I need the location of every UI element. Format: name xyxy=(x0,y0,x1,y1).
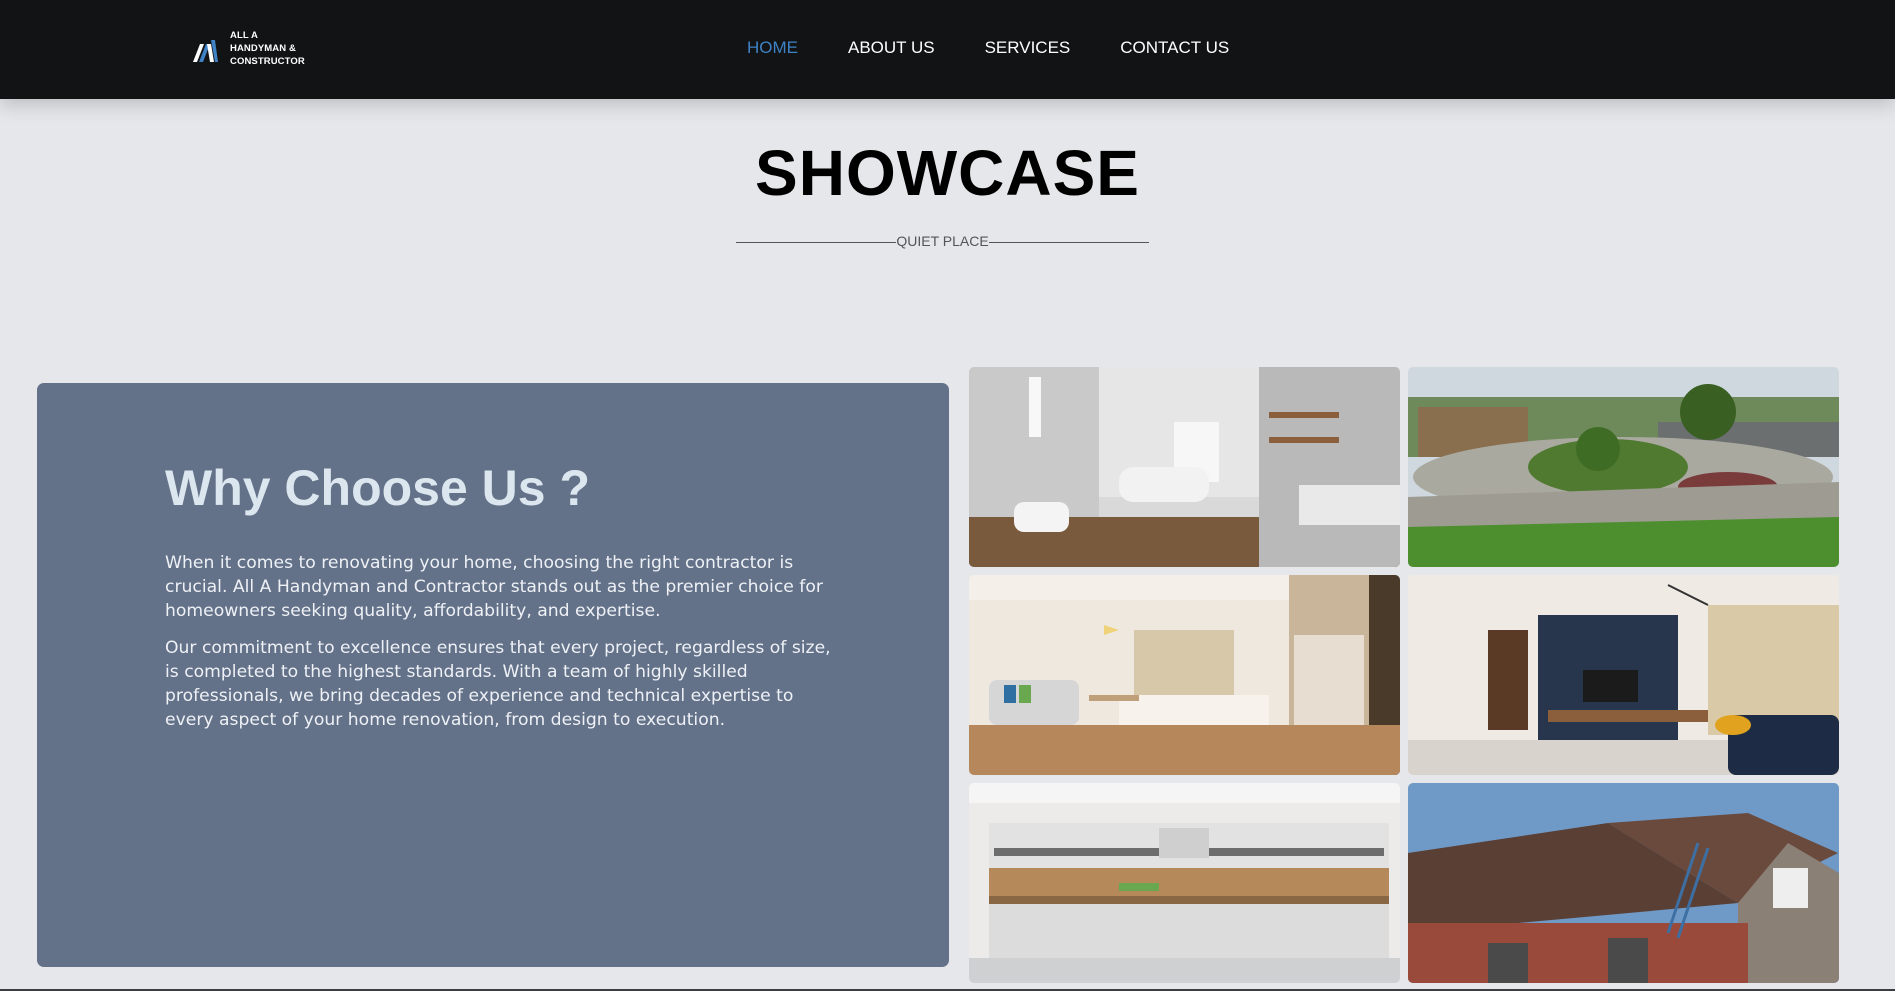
gallery-image-garden[interactable] xyxy=(1408,367,1839,567)
logo-mark-icon xyxy=(193,39,218,62)
why-paragraph: Our commitment to excellence ensures tha… xyxy=(165,638,831,730)
subtitle-text: QUIET PLACE xyxy=(896,233,989,249)
why-paragraph: When it comes to renovating your home, c… xyxy=(165,553,823,621)
why-title: Why Choose Us ? xyxy=(165,460,591,516)
gallery-image-roof[interactable] xyxy=(1408,783,1839,983)
gallery-image-bathroom[interactable] xyxy=(969,367,1400,567)
logo[interactable]: ALL A HANDYMAN & CONSTRUCTOR xyxy=(191,29,305,68)
top-navbar: ALL A HANDYMAN & CONSTRUCTOR HOME ABOUT … xyxy=(0,0,1895,99)
nav-contact-link[interactable]: CONTACT US xyxy=(1120,38,1229,58)
nav-home-link[interactable]: HOME xyxy=(747,38,798,58)
showcase-gallery xyxy=(969,367,1841,983)
nav-services-link[interactable]: SERVICES xyxy=(985,38,1071,58)
divider-line xyxy=(988,241,1150,243)
main-nav: HOME ABOUT US SERVICES CONTACT US xyxy=(747,38,1279,58)
showcase-title: SHOWCASE xyxy=(755,137,1140,209)
gallery-image-kitchen[interactable] xyxy=(969,783,1400,983)
gallery-image-bedroom[interactable] xyxy=(969,575,1400,775)
why-choose-us-panel: Why Choose Us ? When it comes to renovat… xyxy=(37,383,949,967)
logo-text: ALL A HANDYMAN & CONSTRUCTOR xyxy=(230,29,305,68)
logo-line: ALL A xyxy=(230,30,258,41)
gallery-image-living-room[interactable] xyxy=(1408,575,1839,775)
divider-line xyxy=(736,241,897,243)
logo-line: HANDYMAN & xyxy=(230,43,296,54)
logo-line: CONSTRUCTOR xyxy=(230,56,305,67)
showcase-subtitle: QUIET PLACE xyxy=(736,233,1150,249)
nav-about-link[interactable]: ABOUT US xyxy=(848,38,935,58)
